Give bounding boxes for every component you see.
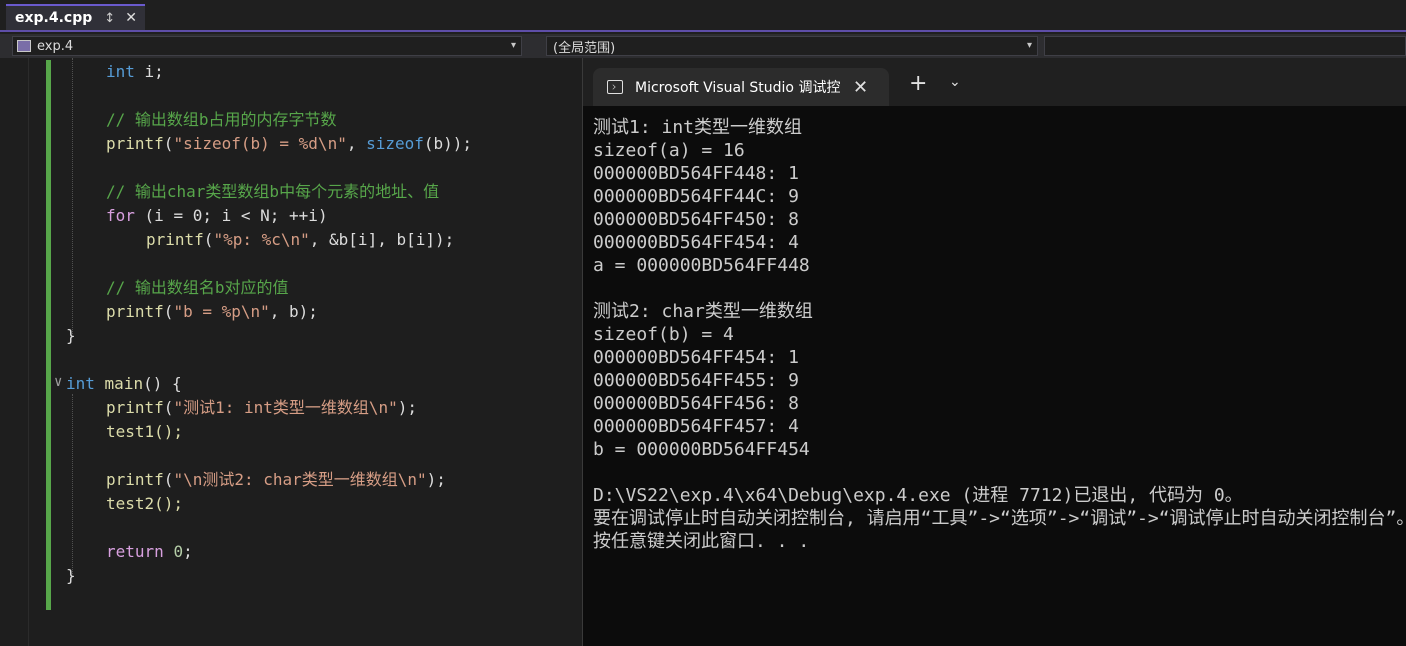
- string-literal: "\n测试2: char类型一维数组\n": [173, 470, 427, 489]
- console-tab-bar: Microsoft Visual Studio 调试控制台 ✕ + ⌄: [583, 58, 1406, 106]
- chevron-down-icon: ▾: [510, 40, 516, 51]
- debug-console-window[interactable]: Microsoft Visual Studio 调试控制台 ✕ + ⌄ 测试1:…: [582, 58, 1406, 646]
- function-name: main: [104, 374, 144, 393]
- code-line: test2();: [106, 494, 184, 513]
- code-editor[interactable]: int i; // 输出数组b占用的内存字节数 printf("sizeof(b…: [0, 58, 582, 646]
- code-text: );: [426, 470, 446, 489]
- number-literal: 0: [173, 542, 184, 561]
- console-tab-title: Microsoft Visual Studio 调试控制台: [635, 80, 841, 96]
- console-line: 000000BD564FF455: 9: [593, 370, 799, 391]
- code-text: , &b[i], b[i]);: [309, 230, 455, 249]
- console-line: 000000BD564FF457: 4: [593, 416, 799, 437]
- code-comment: // 输出数组名b对应的值: [106, 278, 289, 297]
- project-icon: [17, 40, 31, 52]
- code-line: printf("sizeof(b) = %d\n", sizeof(b));: [106, 134, 473, 153]
- keyword: int: [66, 374, 95, 393]
- tab-exp4-cpp[interactable]: exp.4.cpp ↕ ✕: [6, 4, 145, 30]
- function-name: printf: [106, 302, 164, 321]
- chevron-down-icon[interactable]: ⌄: [949, 74, 961, 90]
- string-literal: "sizeof(b) = %d\n": [173, 134, 347, 153]
- string-literal: "%p: %c\n": [213, 230, 310, 249]
- indent-guide: [72, 394, 73, 574]
- indent-guide: [72, 58, 73, 334]
- keyword: return: [106, 542, 164, 561]
- code-line: for (i = 0; i < N; ++i): [106, 204, 328, 228]
- tab-label: exp.4.cpp: [15, 10, 93, 26]
- function-name: printf: [106, 134, 164, 153]
- code-line: test1();: [106, 422, 184, 441]
- console-line: 000000BD564FF454: 1: [593, 347, 799, 368]
- console-line: 按任意键关闭此窗口. . .: [593, 531, 810, 552]
- glyph-margin: [0, 58, 29, 646]
- code-text: , b);: [269, 302, 318, 321]
- code-text: );: [397, 398, 418, 417]
- console-line: b = 000000BD564FF454: [593, 439, 810, 460]
- member-dropdown[interactable]: [1044, 36, 1406, 56]
- string-literal: "测试1: int类型一维数组\n": [173, 398, 398, 417]
- navigation-bar: exp.4 ▾ (全局范围) ▾: [0, 34, 1406, 58]
- close-icon[interactable]: ✕: [125, 10, 137, 26]
- code-comment: // 输出数组b占用的内存字节数: [106, 110, 337, 129]
- pin-icon[interactable]: ↕: [104, 11, 115, 26]
- code-line: printf("b = %p\n", b);: [106, 302, 318, 321]
- code-line: printf("测试1: int类型一维数组\n");: [106, 398, 418, 417]
- console-line: sizeof(b) = 4: [593, 324, 734, 345]
- console-line: 000000BD564FF448: 1: [593, 163, 799, 184]
- console-line: a = 000000BD564FF448: [593, 255, 810, 276]
- function-name: printf: [106, 398, 164, 417]
- code-text: ;: [183, 542, 193, 561]
- code-line: printf("\n测试2: char类型一维数组\n");: [106, 470, 446, 489]
- change-tracking-bar: [46, 60, 51, 610]
- console-line: 000000BD564FF450: 8: [593, 209, 799, 230]
- console-line: D:\VS22\exp.4\x64\Debug\exp.4.exe (进程 77…: [593, 485, 1243, 506]
- code-line: printf("%p: %c\n", &b[i], b[i]);: [146, 230, 455, 249]
- console-output: 测试1: int类型一维数组 sizeof(a) = 16 000000BD564F…: [593, 116, 1406, 636]
- console-line: 000000BD564FF44C: 9: [593, 186, 799, 207]
- code-line: }: [66, 566, 76, 585]
- code-line: return 0;: [106, 540, 193, 564]
- project-label: exp.4: [37, 38, 74, 54]
- function-name: printf: [106, 470, 164, 489]
- keyword: sizeof: [366, 134, 424, 153]
- code-line: int i;: [106, 60, 164, 84]
- project-dropdown[interactable]: exp.4 ▾: [12, 36, 522, 56]
- code-comment: // 输出char类型数组b中每个元素的地址、值: [106, 182, 440, 201]
- console-line: 000000BD564FF456: 8: [593, 393, 799, 414]
- scope-label: (全局范围): [553, 40, 616, 56]
- console-line: 要在调试停止时自动关闭控制台, 请启用“工具”->“选项”->“调试”->“调试…: [593, 508, 1406, 529]
- terminal-icon: [607, 80, 623, 94]
- string-literal: "b = %p\n": [173, 302, 270, 321]
- code-text: (i = 0; i < N; ++i): [144, 206, 328, 225]
- code-text: i;: [144, 62, 164, 81]
- keyword: for: [106, 206, 135, 225]
- function-name: printf: [146, 230, 204, 249]
- code-text: () {: [143, 374, 182, 393]
- console-line: 测试2: char类型一维数组: [593, 301, 813, 322]
- console-line: 000000BD564FF454: 4: [593, 232, 799, 253]
- console-tab[interactable]: Microsoft Visual Studio 调试控制台 ✕: [593, 68, 889, 106]
- console-line: sizeof(a) = 16: [593, 140, 745, 161]
- console-line: 测试1: int类型一维数组: [593, 117, 803, 138]
- close-icon[interactable]: ✕: [853, 77, 868, 98]
- collapse-icon[interactable]: ∨: [54, 374, 62, 390]
- new-tab-icon[interactable]: +: [909, 71, 927, 96]
- keyword-int: int: [106, 62, 135, 81]
- chevron-down-icon: ▾: [1026, 40, 1032, 51]
- scope-dropdown[interactable]: (全局范围) ▾: [546, 36, 1038, 56]
- code-line: int main() {: [66, 372, 182, 396]
- document-tab-bar: exp.4.cpp ↕ ✕: [0, 0, 1406, 32]
- code-line: }: [66, 326, 76, 345]
